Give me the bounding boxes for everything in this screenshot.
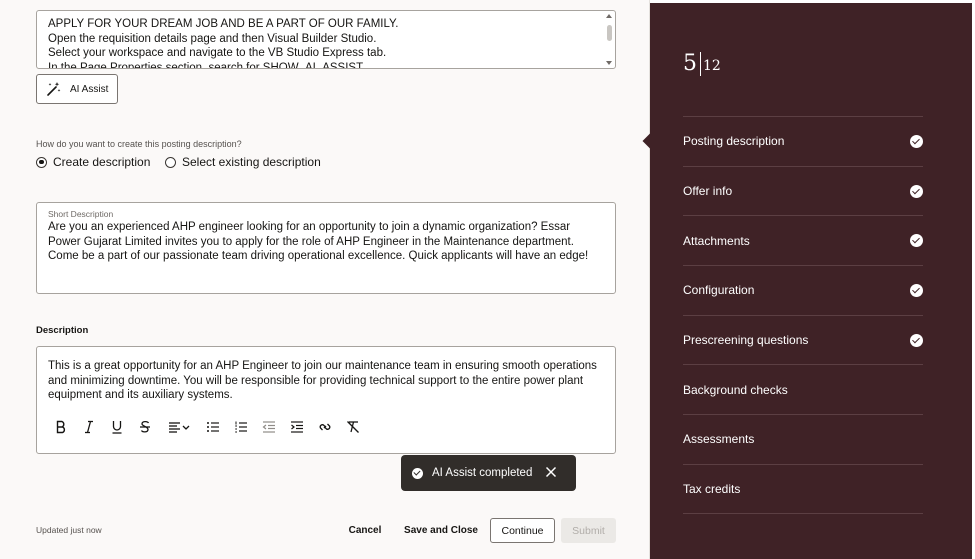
step-tax-credits[interactable]: Tax credits bbox=[683, 463, 923, 514]
step-configuration[interactable]: Configuration bbox=[683, 265, 923, 315]
step-posting-description[interactable]: Posting description bbox=[683, 116, 923, 166]
step-label: Background checks bbox=[683, 382, 788, 397]
save-and-close-button[interactable]: Save and Close bbox=[400, 518, 482, 543]
radio-existing-description[interactable]: Select existing description bbox=[165, 155, 321, 169]
generated-line-2: Open the requisition details page and th… bbox=[48, 32, 377, 45]
italic-icon bbox=[85, 420, 93, 434]
check-circle-icon bbox=[910, 283, 923, 297]
italic-button[interactable] bbox=[75, 417, 103, 437]
outdent-button[interactable] bbox=[255, 417, 283, 437]
step-list: Posting description Offer info Attachmen… bbox=[683, 116, 923, 514]
step-label: Prescreening questions bbox=[683, 333, 809, 348]
numbered-list-button[interactable] bbox=[227, 417, 255, 437]
bullet-list-icon bbox=[207, 422, 219, 432]
radio-selected-icon[interactable] bbox=[36, 156, 47, 168]
generated-text-area[interactable]: APPLY FOR YOUR DREAM JOB AND BE A PART O… bbox=[36, 10, 616, 69]
generated-line-3: Select your workspace and navigate to th… bbox=[48, 47, 387, 59]
check-circle-icon bbox=[412, 467, 423, 479]
underline-button[interactable] bbox=[103, 417, 131, 437]
strikethrough-icon bbox=[140, 420, 150, 433]
step-divider bbox=[700, 51, 701, 76]
step-label: Posting description bbox=[683, 134, 785, 149]
bold-icon bbox=[56, 420, 66, 434]
short-description-label: Short Description bbox=[48, 209, 114, 219]
bold-button[interactable] bbox=[47, 417, 75, 437]
step-label: Attachments bbox=[683, 233, 750, 248]
short-description-field[interactable]: Short Description Are you an experienced… bbox=[36, 202, 616, 294]
ai-assist-label: AI Assist bbox=[70, 83, 109, 95]
description-editor[interactable]: This is a great opportunity for an AHP E… bbox=[36, 346, 616, 454]
step-label: Tax credits bbox=[683, 481, 741, 496]
radio-create-label: Create description bbox=[53, 155, 151, 169]
scrollbar-thumb[interactable] bbox=[607, 25, 612, 41]
rich-text-toolbar bbox=[47, 417, 367, 437]
radio-unselected-icon[interactable] bbox=[165, 156, 176, 168]
cancel-button[interactable]: Cancel bbox=[338, 518, 392, 543]
continue-button[interactable]: Continue bbox=[490, 518, 555, 543]
insert-link-button[interactable] bbox=[311, 417, 339, 437]
magic-wand-icon bbox=[47, 82, 61, 96]
generated-line-1: APPLY FOR YOUR DREAM JOB AND BE A PART O… bbox=[48, 18, 399, 30]
step-label: Offer info bbox=[683, 184, 733, 199]
step-assessments[interactable]: Assessments bbox=[683, 414, 923, 464]
generated-line-4: In the Page Properties section, search f… bbox=[48, 61, 364, 69]
total-steps: 12 bbox=[703, 58, 721, 74]
description-label: Description bbox=[36, 325, 89, 336]
scroll-up-arrow-icon[interactable] bbox=[606, 14, 612, 18]
close-icon[interactable] bbox=[544, 465, 558, 479]
create-method-question: How do you want to create this posting d… bbox=[36, 139, 242, 149]
progress-panel: 5 12 Posting description Offer info Atta… bbox=[650, 3, 972, 559]
strikethrough-button[interactable] bbox=[131, 417, 159, 437]
check-circle-icon bbox=[910, 134, 923, 148]
ai-assist-toast: AI Assist completed bbox=[401, 455, 576, 491]
step-counter: 5 12 bbox=[683, 51, 721, 76]
align-left-icon bbox=[169, 422, 190, 433]
scroll-down-arrow-icon[interactable] bbox=[606, 61, 612, 65]
step-background-checks[interactable]: Background checks bbox=[683, 364, 923, 414]
clear-format-icon bbox=[347, 421, 359, 433]
current-step: 5 bbox=[683, 51, 697, 76]
save-status: Updated just now bbox=[36, 525, 102, 535]
link-icon bbox=[319, 423, 331, 431]
indent-button[interactable] bbox=[283, 417, 311, 437]
main-panel: APPLY FOR YOUR DREAM JOB AND BE A PART O… bbox=[0, 0, 650, 559]
description-text: This is a great opportunity for an AHP E… bbox=[48, 360, 597, 401]
bullet-list-button[interactable] bbox=[199, 417, 227, 437]
check-circle-icon bbox=[910, 333, 923, 347]
step-attachments[interactable]: Attachments bbox=[683, 215, 923, 265]
numbered-list-icon bbox=[235, 421, 247, 433]
step-label: Configuration bbox=[683, 283, 755, 298]
step-label: Assessments bbox=[683, 432, 755, 447]
check-circle-icon bbox=[910, 234, 923, 248]
clear-formatting-button[interactable] bbox=[339, 417, 367, 437]
toast-message: AI Assist completed bbox=[432, 467, 533, 479]
radio-existing-label: Select existing description bbox=[182, 155, 321, 169]
underline-icon bbox=[112, 421, 122, 434]
ai-assist-button[interactable]: AI Assist bbox=[36, 74, 118, 104]
radio-create-description[interactable]: Create description bbox=[36, 155, 150, 169]
step-offer-info[interactable]: Offer info bbox=[683, 165, 923, 216]
short-description-text: Are you an experienced AHP engineer look… bbox=[48, 221, 589, 262]
outdent-icon bbox=[262, 421, 275, 433]
submit-button: Submit bbox=[561, 518, 616, 543]
indent-icon bbox=[291, 421, 303, 433]
align-dropdown-button[interactable] bbox=[159, 417, 199, 437]
check-circle-icon bbox=[910, 184, 923, 198]
step-prescreening-questions[interactable]: Prescreening questions bbox=[683, 314, 923, 365]
